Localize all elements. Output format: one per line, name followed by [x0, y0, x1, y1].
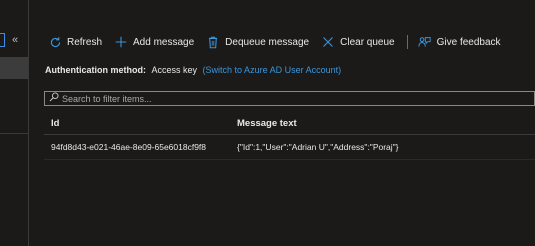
- selected-tree-item[interactable]: [0, 57, 28, 79]
- dequeue-message-button[interactable]: Dequeue message: [206, 35, 309, 49]
- column-header-id[interactable]: Id: [44, 118, 230, 129]
- feedback-icon: [418, 35, 432, 49]
- auth-method-value: Access key: [151, 65, 198, 75]
- switch-auth-link[interactable]: (Switch to Azure AD User Account): [203, 65, 342, 75]
- search-icon: [49, 92, 59, 105]
- refresh-label: Refresh: [67, 36, 103, 48]
- add-message-label: Add message: [133, 36, 195, 48]
- auth-method-label: Authentication method:: [45, 65, 146, 75]
- pane-toggle-box[interactable]: [0, 33, 5, 47]
- search-input[interactable]: [59, 93, 482, 104]
- filter-box[interactable]: [44, 91, 535, 106]
- table-header: Id Message text: [44, 112, 535, 135]
- give-feedback-button[interactable]: Give feedback: [418, 35, 501, 49]
- messages-table: Id Message text 94fd8d43-e021-46ae-8e09-…: [44, 112, 535, 160]
- toolbar-separator: [406, 35, 408, 49]
- give-feedback-label: Give feedback: [436, 36, 501, 48]
- add-icon: [114, 35, 128, 49]
- column-header-message-text[interactable]: Message text: [230, 118, 297, 129]
- dequeue-message-label: Dequeue message: [225, 36, 310, 48]
- refresh-button[interactable]: Refresh: [48, 35, 102, 49]
- trash-icon: [206, 35, 220, 49]
- message-id-cell: 94fd8d43-e021-46ae-8e09-65e6018cf9f8: [51, 142, 207, 152]
- clear-queue-button[interactable]: Clear queue: [321, 35, 395, 49]
- close-icon: [321, 35, 335, 49]
- explorer-pane: «: [0, 0, 29, 246]
- toolbar: Refresh Add message Dequeue message Clea…: [48, 33, 513, 51]
- message-text-cell: {"Id":1,"User":"Adrian U","Address":"Por…: [237, 142, 399, 152]
- clear-queue-label: Clear queue: [340, 36, 395, 48]
- refresh-icon: [48, 35, 62, 49]
- auth-method-row: Authentication method: Access key (Switc…: [45, 65, 341, 75]
- pane-divider: [0, 133, 28, 134]
- collapse-pane-icon[interactable]: «: [12, 33, 18, 47]
- add-message-button[interactable]: Add message: [114, 35, 194, 49]
- table-row[interactable]: 94fd8d43-e021-46ae-8e09-65e6018cf9f8 {"I…: [44, 135, 535, 160]
